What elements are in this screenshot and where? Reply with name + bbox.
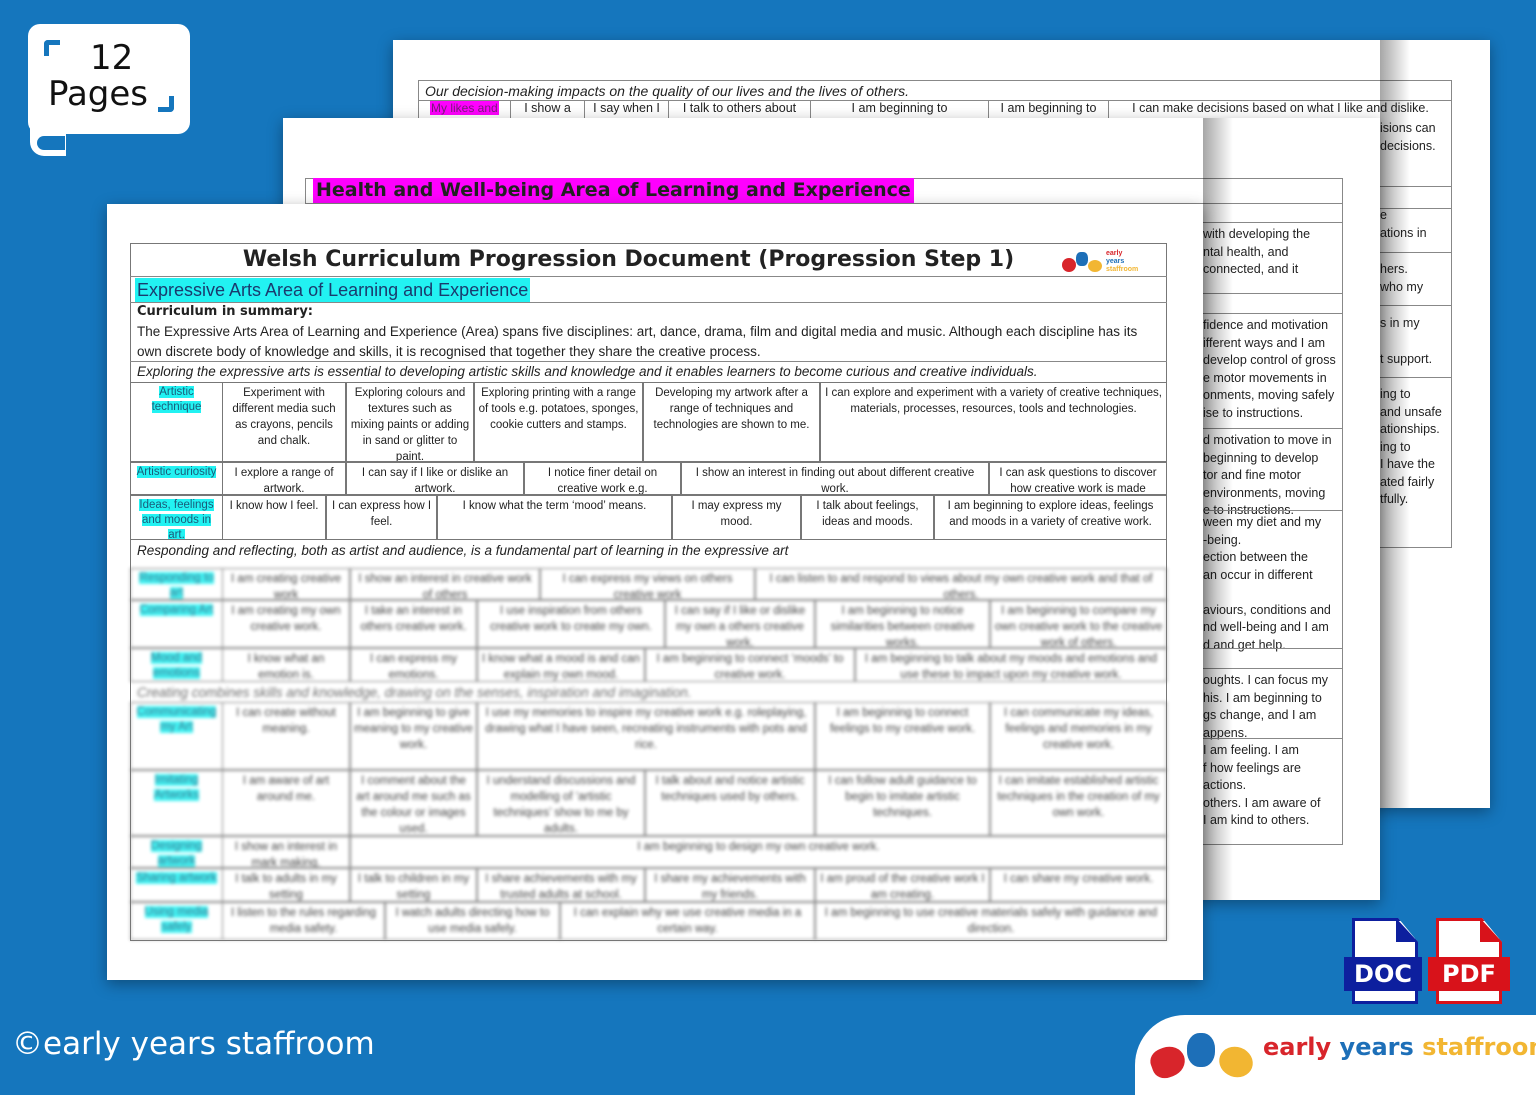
table-cell: Exploring printing with a range of tools… — [474, 382, 643, 462]
document-title: Welsh Curriculum Progression Document (P… — [242, 247, 1015, 272]
table-cell: I comment about the art around me such a… — [350, 770, 477, 836]
table-cell: I can say if I like or dislike my own a … — [665, 600, 815, 648]
table-cell: I notice finer detail on creative work e… — [524, 462, 681, 495]
table-cell: I can share my creative work. — [990, 868, 1167, 902]
table-cell: I show an interest in finding out about … — [681, 462, 989, 495]
area-title: Expressive Arts Area of Learning and Exp… — [137, 280, 529, 300]
table-cell: I am beginning to use creative materials… — [815, 902, 1167, 940]
table-cell: I can communicate my ideas, feelings and… — [990, 702, 1167, 770]
table-cell: I can express how I feel. — [326, 495, 437, 540]
table-cell: I listen to the rules regarding media sa… — [222, 902, 385, 940]
table-cell: I talk about feelings, ideas and moods. — [801, 495, 934, 540]
table-cell: I show an interest in mark making. — [222, 836, 350, 868]
table-cell: I watch adults directing how to use medi… — [385, 902, 560, 940]
table-cell: I know what an emotion is. — [222, 648, 350, 682]
table-cell: I am creating creative work — [222, 568, 350, 600]
table-cell: I am proud of the creative work I am cre… — [815, 868, 990, 902]
table-cell: I know what the term ‘mood’ means. — [437, 495, 672, 540]
table-cell: I can ask questions to discover how crea… — [989, 462, 1167, 495]
hands-logo-icon — [1146, 1025, 1261, 1085]
row-label: Designing artwork — [130, 836, 223, 868]
table-cell: I talk about and notice artistic techniq… — [645, 770, 815, 836]
row-label: Communicating my Art — [130, 702, 223, 770]
table-cell: I share achievements with my trusted adu… — [477, 868, 645, 902]
row-label: Comparing Art — [130, 600, 223, 648]
table-cell: Exploring colours and textures such as m… — [346, 382, 474, 462]
row-label: Imitating Artworks — [130, 770, 223, 836]
table-cell: I know what a mood is and can explain my… — [477, 648, 645, 682]
copyright: ©early years staffroom — [12, 1026, 375, 1062]
row-label: Ideas, feelings and moods in art. — [130, 495, 223, 540]
table-cell: I talk to children in my setting — [350, 868, 477, 902]
row-label: Artistic technique — [130, 382, 223, 462]
page-count-label: Pages — [48, 74, 149, 114]
table-cell: I talk to adults in my setting — [222, 868, 350, 902]
table-cell: I use my memories to inspire my creative… — [477, 702, 815, 770]
table-cell: I use inspiration from others creative w… — [477, 600, 665, 648]
row-label: My likes and — [430, 101, 499, 115]
document-page-front: Welsh Curriculum Progression Document (P… — [107, 204, 1203, 980]
file-type-label: DOC — [1344, 957, 1422, 991]
table-cell: I can follow adult guidance to begin to … — [815, 770, 990, 836]
table-cell: I am beginning to compare my own creativ… — [990, 600, 1167, 648]
row-label: Sharing artwork — [130, 868, 223, 902]
table-cell: I am beginning to connect ‘moods’ to cre… — [645, 648, 855, 682]
section-statement: Creating combines skills and knowledge, … — [137, 685, 692, 700]
table-cell: I am beginning to explore ideas, feeling… — [934, 495, 1167, 540]
brand-banner: early years staffroom — [1135, 1015, 1536, 1095]
table-cell: I can say if I like or dislike an artwor… — [346, 462, 524, 495]
brand-word: years — [1339, 1033, 1414, 1061]
table-cell: I may express my mood. — [672, 495, 801, 540]
table-cell: I can imitate established artistic techn… — [990, 770, 1167, 836]
row-label: Mood and emotions — [130, 648, 223, 682]
file-type-label: PDF — [1428, 957, 1510, 991]
table-cell: I am beginning to talk about my moods an… — [855, 648, 1167, 682]
brand-word: early — [1263, 1033, 1332, 1061]
logo: early years staffroom — [1062, 250, 1162, 276]
table-cell: I take an interest in others creative wo… — [350, 600, 477, 648]
table-cell: Experiment with different media such as … — [222, 382, 346, 462]
table-cell: I can express my views on others creativ… — [540, 568, 755, 600]
page-count-badge: 12 Pages — [28, 24, 190, 156]
table-cell: I share my achievements with my friends. — [645, 868, 815, 902]
row-label: Responding to art — [130, 568, 223, 600]
table-cell: I can listen to and respond to views abo… — [755, 568, 1167, 600]
section-statement: Responding and reflecting, both as artis… — [137, 543, 789, 558]
table-cell: I am beginning to notice similarities be… — [815, 600, 990, 648]
table-cell: I show an interest in creative work of o… — [350, 568, 540, 600]
table-cell: I explore a range of artwork. — [222, 462, 346, 495]
table-cell: I am beginning to design my own creative… — [350, 836, 1167, 868]
table-cell: I am creating my own creative work. — [222, 600, 350, 648]
section-statement: Our decision-making impacts on the quali… — [425, 83, 910, 99]
brand-word: staffroom — [1422, 1033, 1536, 1061]
table-cell: I can create without meaning. — [222, 702, 350, 770]
row-label: Artistic curiosity — [130, 462, 223, 495]
area-title: Health and Well-being Area of Learning a… — [316, 179, 911, 201]
table-cell: I can express my emotions. — [350, 648, 477, 682]
summary-heading: Curriculum in summary: — [137, 304, 313, 319]
table-cell: I am beginning to give meaning to my cre… — [350, 702, 477, 770]
table-cell: I am aware of art around me. — [222, 770, 350, 836]
table-cell: I can explain why we use creative media … — [560, 902, 815, 940]
table-cell: Developing my artwork after a range of t… — [643, 382, 820, 462]
table-cell: I am beginning to connect feelings to my… — [815, 702, 990, 770]
table-cell: I know how I feel. — [222, 495, 326, 540]
table-cell: I can explore and experiment with a vari… — [820, 382, 1167, 462]
summary-text: The Expressive Arts Area of Learning and… — [137, 324, 1138, 359]
table-cell: I understand discussions and modelling o… — [477, 770, 645, 836]
page-count: 12 — [90, 38, 134, 78]
section-statement: Exploring the expressive arts is essenti… — [137, 364, 1038, 379]
row-label: Using media safely — [130, 902, 223, 940]
